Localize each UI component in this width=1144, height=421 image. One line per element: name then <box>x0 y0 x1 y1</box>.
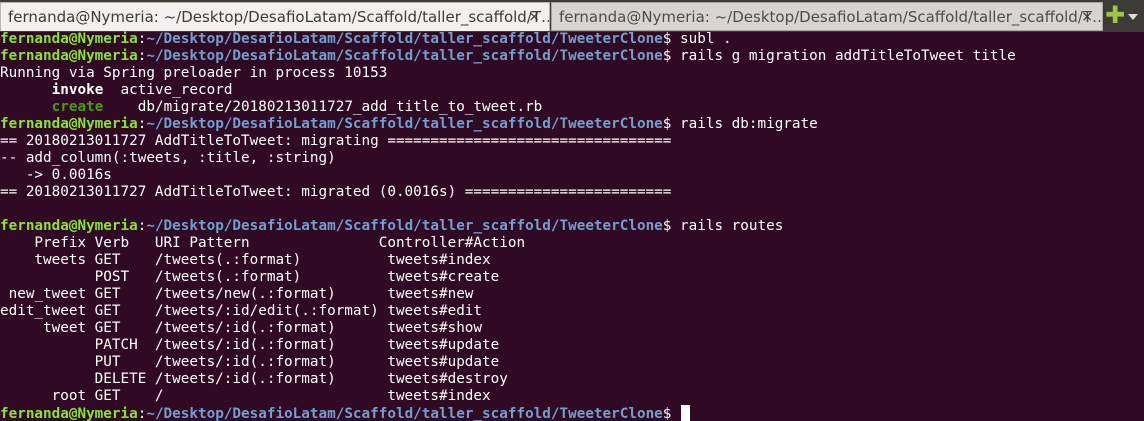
terminal-cursor <box>681 405 691 421</box>
route-row: PUT /tweets/:id(.:format) tweets#update <box>0 354 500 370</box>
output-line: create db/migrate/20180213011727_add_tit… <box>0 99 1144 116</box>
invoke-keyword: invoke <box>51 82 104 98</box>
tab-menu-arrow-icon[interactable] <box>1128 14 1138 20</box>
output-line: Running via Spring preloader in process … <box>0 65 388 81</box>
route-row: PATCH /tweets/:id(.:format) tweets#updat… <box>0 337 500 353</box>
tab-bar: fernanda@Nymeria: ~/Desktop/DesafioLatam… <box>0 0 1144 32</box>
close-icon[interactable]: × <box>528 3 540 31</box>
routes-header: Prefix Verb URI Pattern Controller#Actio… <box>0 235 526 251</box>
route-row: POST /tweets(.:format) tweets#create <box>0 269 500 285</box>
prompt-user: fernanda@Nymeria <box>0 31 138 47</box>
prompt-symbol: $ <box>662 48 681 64</box>
route-row: tweet GET /tweets/:id(.:format) tweets#s… <box>0 320 483 336</box>
prompt-line: fernanda@Nymeria:~/Desktop/DesafioLatam/… <box>0 405 1144 421</box>
output-line: -- add_column(:tweets, :title, :string) <box>0 150 336 166</box>
command-text: rails g migration addTitleToTweet title <box>680 48 1016 64</box>
command-text: rails routes <box>680 218 784 234</box>
output-line: invoke active_record <box>0 82 1144 99</box>
output-line: == 20180213011727 AddTitleToTweet: migra… <box>0 184 672 200</box>
prompt-symbol: $ <box>662 218 681 234</box>
prompt-user: fernanda@Nymeria <box>0 116 138 132</box>
create-keyword: create <box>51 99 104 115</box>
tab-terminal-2[interactable]: fernanda@Nymeria: ~/Desktop/DesafioLatam… <box>551 2 1103 31</box>
prompt-line: fernanda@Nymeria:~/Desktop/DesafioLatam/… <box>0 116 1144 133</box>
create-detail: db/migrate/20180213011727_add_title_to_t… <box>103 99 543 115</box>
route-row: root GET / tweets#index <box>0 388 491 404</box>
route-row: new_tweet GET /tweets/new(.:format) twee… <box>0 286 474 302</box>
tab-terminal-1[interactable]: fernanda@Nymeria: ~/Desktop/DesafioLatam… <box>0 2 550 31</box>
output-line: == 20180213011727 AddTitleToTweet: migra… <box>0 133 672 149</box>
prompt-path: ~/Desktop/DesafioLatam/Scaffold/taller_s… <box>146 31 663 47</box>
prompt-symbol: $ <box>662 406 681 421</box>
invoke-detail: active_record <box>103 82 233 98</box>
prompt-user: fernanda@Nymeria <box>0 406 138 421</box>
prompt-path: ~/Desktop/DesafioLatam/Scaffold/taller_s… <box>146 218 663 234</box>
tab-title: fernanda@Nymeria: ~/Desktop/DesafioLatam… <box>8 8 550 26</box>
prompt-line: fernanda@Nymeria:~/Desktop/DesafioLatam/… <box>0 48 1144 65</box>
close-icon[interactable]: × <box>1081 3 1093 30</box>
route-row: DELETE /tweets/:id(.:format) tweets#dest… <box>0 371 508 387</box>
prompt-symbol: $ <box>662 31 681 47</box>
prompt-symbol: $ <box>662 116 681 132</box>
prompt-path: ~/Desktop/DesafioLatam/Scaffold/taller_s… <box>146 116 663 132</box>
route-row: tweets GET /tweets(.:format) tweets#inde… <box>0 252 491 268</box>
output-line: -> 0.0016s <box>0 167 112 183</box>
terminal-output[interactable]: fernanda@Nymeria:~/Desktop/DesafioLatam/… <box>0 31 1144 421</box>
prompt-path: ~/Desktop/DesafioLatam/Scaffold/taller_s… <box>146 406 663 421</box>
command-text: subl . <box>680 31 732 47</box>
new-tab-plus-icon[interactable]: ✚ <box>1105 3 1125 27</box>
prompt-user: fernanda@Nymeria <box>0 218 138 234</box>
tab-title: fernanda@Nymeria: ~/Desktop/DesafioLatam… <box>559 8 1103 26</box>
route-row: edit_tweet GET /tweets/:id/edit(.:format… <box>0 303 483 319</box>
prompt-user: fernanda@Nymeria <box>0 48 138 64</box>
prompt-path: ~/Desktop/DesafioLatam/Scaffold/taller_s… <box>146 48 663 64</box>
prompt-line: fernanda@Nymeria:~/Desktop/DesafioLatam/… <box>0 218 1144 235</box>
prompt-line: fernanda@Nymeria:~/Desktop/DesafioLatam/… <box>0 31 1144 48</box>
command-text: rails db:migrate <box>680 116 818 132</box>
